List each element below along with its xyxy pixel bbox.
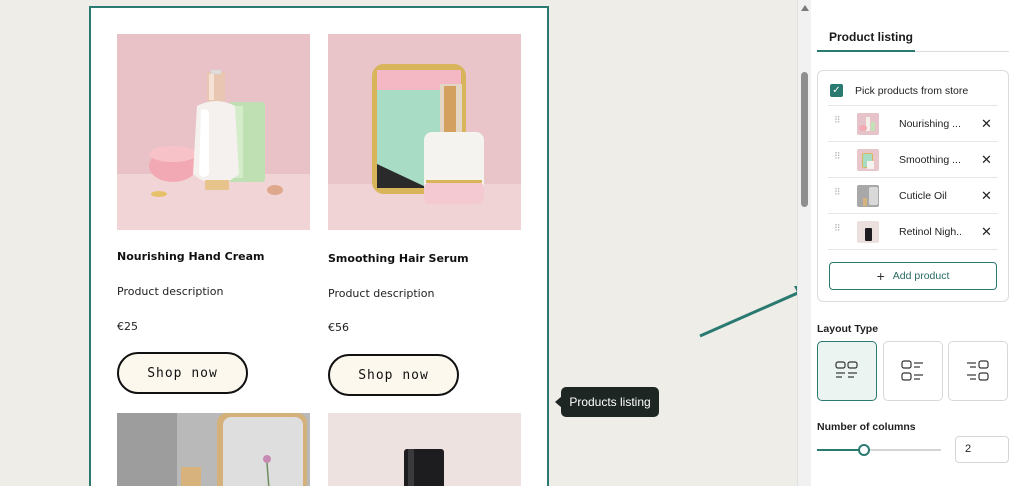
layout-option-list[interactable]	[883, 341, 943, 401]
list-layout-icon	[901, 360, 923, 381]
grid-layout-icon	[835, 361, 858, 378]
product-description: Product description	[328, 287, 435, 300]
product-name: Smoothing Hair Serum	[328, 252, 469, 265]
scroll-up-icon[interactable]	[801, 5, 809, 11]
list-item-name: Smoothing ...	[899, 154, 961, 166]
shop-now-button[interactable]: Shop now	[117, 352, 248, 394]
product-thumbnail	[857, 221, 879, 243]
product-thumbnail	[857, 113, 879, 135]
products-listing-tooltip: Products listing	[561, 387, 659, 417]
products-listing-block[interactable]: Nourishing Hand Cream Product descriptio…	[89, 6, 549, 486]
scrollbar[interactable]	[798, 0, 811, 486]
add-product-label: Add product	[892, 270, 950, 282]
drag-handle-icon[interactable]: ⠿	[834, 152, 841, 164]
layout-option-grid[interactable]	[817, 341, 877, 401]
add-product-button[interactable]: + Add product	[829, 262, 997, 290]
tab-active-indicator	[817, 50, 915, 52]
settings-panel: Product listing ✓ Pick products from sto…	[797, 0, 1024, 486]
product-image	[328, 413, 521, 486]
plus-icon: +	[876, 268, 885, 284]
product-description: Product description	[117, 285, 224, 298]
drag-handle-icon[interactable]: ⠿	[834, 224, 841, 236]
list-item-name: Retinol Nigh...	[899, 226, 961, 238]
list-item[interactable]: ⠿ Nourishing ... ✕	[828, 105, 998, 141]
product-thumbnail	[857, 149, 879, 171]
remove-icon[interactable]: ✕	[981, 224, 992, 240]
list-item[interactable]: ⠿ Smoothing ... ✕	[828, 141, 998, 177]
email-canvas: Nourishing Hand Cream Product descriptio…	[0, 0, 797, 486]
number-of-columns-label: Number of columns	[817, 421, 916, 433]
pointer-arrow-icon	[699, 286, 797, 338]
list-item[interactable]: ⠿ Cuticle Oil ✕	[828, 177, 998, 213]
product-thumbnail	[857, 185, 879, 207]
pick-products-label: Pick products from store	[855, 85, 969, 97]
list-item-name: Cuticle Oil	[899, 190, 947, 202]
drag-handle-icon[interactable]: ⠿	[834, 188, 841, 200]
remove-icon[interactable]: ✕	[981, 152, 992, 168]
list-item[interactable]: ⠿ Retinol Nigh... ✕	[828, 213, 998, 249]
pick-products-checkbox[interactable]: ✓	[830, 84, 843, 97]
drag-handle-icon[interactable]: ⠿	[834, 116, 841, 128]
columns-input[interactable]: 2	[955, 436, 1009, 463]
remove-icon[interactable]: ✕	[981, 116, 992, 132]
product-picker: ✓ Pick products from store ⠿ Nourishing …	[817, 70, 1009, 302]
layout-type-label: Layout Type	[817, 323, 879, 335]
product-image	[117, 34, 310, 230]
shop-now-button[interactable]: Shop now	[328, 354, 459, 396]
remove-icon[interactable]: ✕	[981, 188, 992, 204]
columns-slider-track[interactable]	[817, 449, 941, 451]
list-item-name: Nourishing ...	[899, 118, 961, 130]
product-image	[328, 34, 521, 230]
product-price: €25	[117, 320, 138, 333]
list-reversed-layout-icon	[967, 360, 989, 381]
scrollbar-thumb[interactable]	[801, 72, 808, 207]
product-name: Nourishing Hand Cream	[117, 250, 265, 263]
product-image	[117, 413, 310, 486]
columns-slider-handle[interactable]	[858, 444, 870, 456]
tab-product-listing[interactable]: Product listing	[829, 30, 913, 44]
product-price: €56	[328, 321, 349, 334]
list-divider	[828, 249, 998, 250]
layout-option-list-reversed[interactable]	[948, 341, 1008, 401]
